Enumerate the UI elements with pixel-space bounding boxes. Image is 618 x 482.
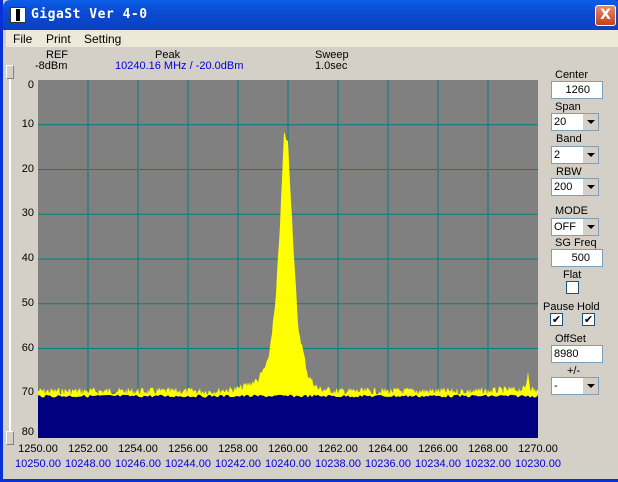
main-panel: REF -8dBm Peak 10240.16 MHz / -20.0dBm S… (6, 47, 618, 479)
x-tick-label-if: 10240.00 (265, 458, 311, 470)
mode-select[interactable]: OFF (551, 218, 599, 236)
center-label: Center (555, 69, 589, 81)
scroll-up-handle[interactable] (6, 65, 14, 79)
x-tick-label-if: 10232.00 (465, 458, 511, 470)
window-title: GigaSt Ver 4-0 (31, 7, 148, 22)
x-tick-label-if: 10248.00 (65, 458, 111, 470)
span-value: 20 (554, 116, 567, 128)
x-tick-label-if: 10242.00 (215, 458, 261, 470)
x-tick-label: 1254.00 (118, 443, 158, 455)
sgfreq-input[interactable]: 500 (551, 249, 603, 267)
flat-checkbox[interactable] (566, 281, 579, 294)
peak-value: 10240.16 MHz / -20.0dBm (115, 60, 244, 72)
rbw-select[interactable]: 200 (551, 178, 599, 196)
mode-value: OFF (554, 221, 576, 233)
chevron-down-icon[interactable] (582, 219, 598, 235)
y-tick-label: 70 (21, 386, 34, 399)
band-value: 2 (554, 149, 561, 161)
x-tick-label-if: 10234.00 (415, 458, 461, 470)
noise-floor-fill (38, 394, 538, 438)
y-axis: 0 10 20 30 40 50 60 70 80 (16, 79, 38, 438)
span-label: Span (555, 101, 581, 113)
y-tick-label: 10 (21, 117, 34, 130)
y-tick-label: 60 (21, 341, 34, 354)
x-tick-label-if: 10250.00 (15, 458, 61, 470)
pause-label: Pause (543, 301, 575, 313)
ref-level-scrollbar[interactable] (6, 65, 14, 445)
spectrum-trace (38, 132, 538, 438)
offset-input[interactable]: 8980 (551, 345, 603, 363)
x-tick-label: 1252.00 (68, 443, 108, 455)
hold-checkbox[interactable]: ✔ (582, 313, 595, 326)
x-tick-label-if: 10236.00 (365, 458, 411, 470)
x-tick-label-if: 10246.00 (115, 458, 161, 470)
x-tick-label: 1258.00 (218, 443, 258, 455)
hold-label: Hold (577, 301, 600, 313)
sign-select[interactable]: - (551, 377, 599, 395)
menu-bar: File Print Setting (6, 30, 618, 47)
close-button[interactable]: X (595, 5, 616, 26)
x-tick-label-if: 10238.00 (315, 458, 361, 470)
y-tick-label: 0 (27, 79, 34, 91)
x-tick-label: 1250.00 (18, 443, 58, 455)
chevron-down-icon[interactable] (582, 179, 598, 195)
menu-file[interactable]: File (13, 32, 32, 46)
band-label: Band (556, 133, 582, 145)
band-select[interactable]: 2 (551, 146, 599, 164)
chevron-down-icon[interactable] (582, 147, 598, 163)
x-tick-label-if: 10230.00 (515, 458, 561, 470)
x-tick-label: 1268.00 (468, 443, 508, 455)
y-tick-label: 40 (21, 252, 34, 264)
y-tick-label: 50 (21, 296, 34, 309)
menu-setting[interactable]: Setting (84, 32, 121, 46)
scroll-down-handle[interactable] (6, 431, 14, 445)
title-bar[interactable]: GigaSt Ver 4-0 X (3, 0, 618, 30)
center-input[interactable]: 1260 (551, 81, 603, 99)
pause-checkbox[interactable]: ✔ (550, 313, 563, 326)
chevron-down-icon[interactable] (582, 114, 598, 130)
ref-value: -8dBm (35, 60, 68, 72)
offset-label: OffSet (555, 333, 586, 345)
sign-label: +/- (567, 365, 581, 377)
y-tick-label: 20 (21, 162, 34, 175)
scroll-track[interactable] (9, 79, 11, 439)
x-tick-label: 1266.00 (418, 443, 458, 455)
mode-label: MODE (555, 205, 588, 217)
spectrum-plot[interactable] (38, 80, 538, 438)
y-tick-label: 80 (21, 426, 34, 438)
menu-print[interactable]: Print (46, 32, 71, 46)
rbw-value: 200 (554, 181, 573, 193)
sign-value: - (554, 380, 558, 392)
chevron-down-icon[interactable] (582, 378, 598, 394)
x-tick-label: 1270.00 (518, 443, 558, 455)
y-tick-label: 30 (21, 207, 34, 220)
app-icon (10, 7, 26, 23)
x-tick-label: 1264.00 (368, 443, 408, 455)
rbw-label: RBW (556, 166, 582, 178)
spectrum-chart (38, 80, 538, 438)
sweep-value: 1.0sec (315, 60, 348, 72)
x-tick-label: 1256.00 (168, 443, 208, 455)
x-tick-label-if: 10244.00 (165, 458, 211, 470)
x-tick-label: 1262.00 (318, 443, 358, 455)
app-window: GigaSt Ver 4-0 X File Print Setting REF … (0, 0, 618, 482)
flat-label: Flat (563, 269, 582, 281)
span-select[interactable]: 20 (551, 113, 599, 131)
sgfreq-label: SG Freq (555, 237, 597, 249)
x-tick-label: 1260.00 (268, 443, 308, 455)
